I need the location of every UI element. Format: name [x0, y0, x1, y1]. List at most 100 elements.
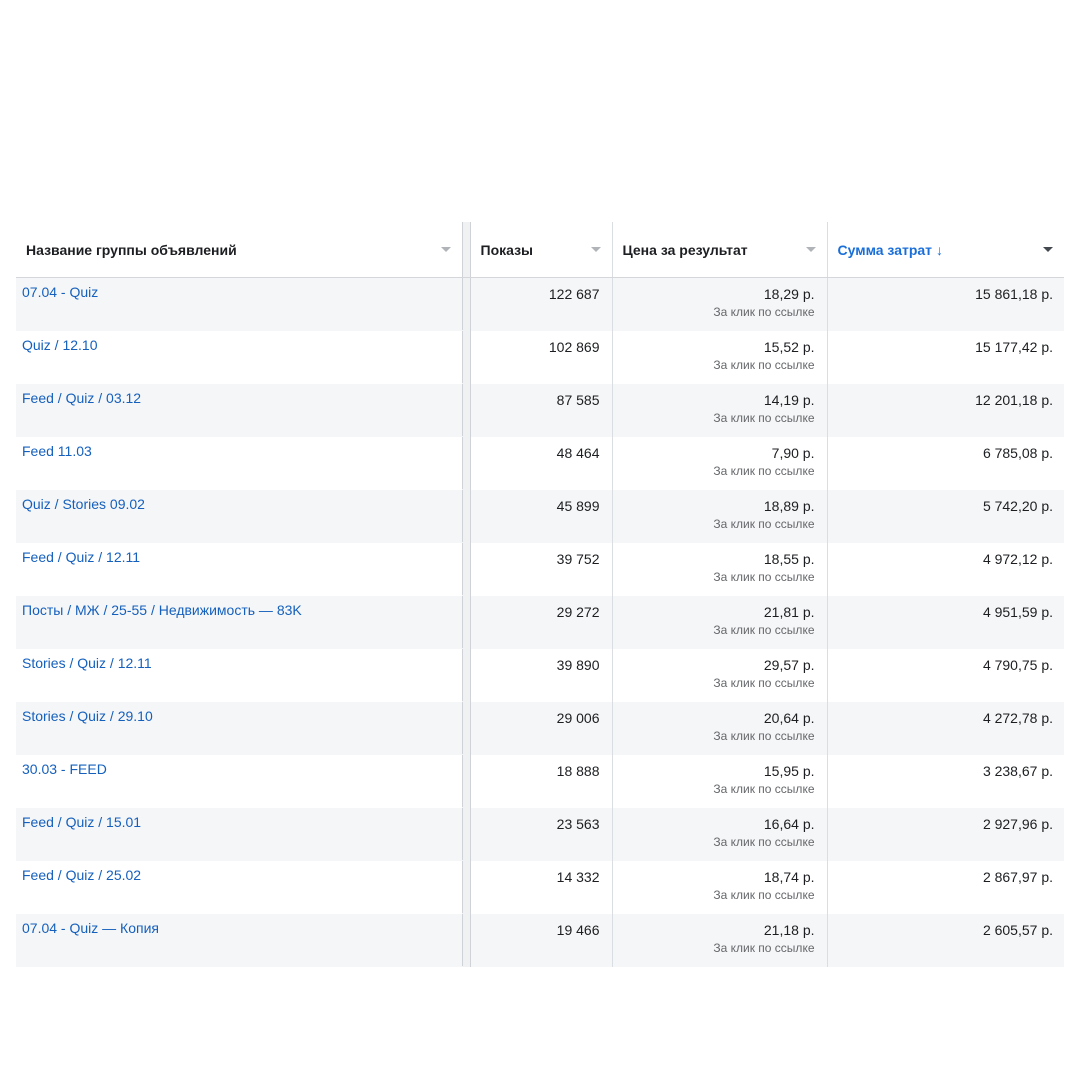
- column-divider: [461, 383, 471, 437]
- ad-set-name-link[interactable]: Feed / Quiz / 25.02: [22, 867, 141, 883]
- cell-cost-per-result: 20,64 р. За клик по ссылке: [612, 701, 828, 755]
- ad-set-name-link[interactable]: Stories / Quiz / 12.11: [22, 655, 152, 671]
- ad-set-name-link[interactable]: Feed / Quiz / 03.12: [22, 390, 141, 406]
- table-row[interactable]: Feed 11.03 48 464 7,90 р. За клик по ссылке…: [16, 436, 1064, 490]
- chevron-down-icon[interactable]: [440, 247, 451, 252]
- cell-ad-set-name: Quiz / 12.10: [16, 330, 462, 384]
- cost-per-result-type: За клик по ссылке: [713, 835, 815, 849]
- cell-impressions: 45 899: [470, 489, 613, 543]
- table-row[interactable]: Feed / Quiz / 25.02 14 332 18,74 р. За клик…: [16, 860, 1064, 914]
- cell-impressions: 122 687: [470, 277, 613, 331]
- column-resize-handle[interactable]: [461, 222, 471, 278]
- table-row[interactable]: Stories / Quiz / 29.10 29 006 20,64 р. За к…: [16, 701, 1064, 755]
- cost-per-result-value: 20,64 р.: [763, 710, 815, 726]
- cost-per-result-value: 15,95 р.: [763, 763, 815, 779]
- ad-set-name-link[interactable]: Feed 11.03: [22, 443, 92, 459]
- cell-impressions: 102 869: [470, 330, 613, 384]
- cost-per-result-type: За клик по ссылке: [713, 782, 815, 796]
- cost-per-result-type: За клик по ссылке: [713, 517, 815, 531]
- ad-set-name-link[interactable]: Feed / Quiz / 15.01: [22, 814, 141, 830]
- cell-ad-set-name: 07.04 - Quiz: [16, 277, 462, 331]
- ad-set-name-link[interactable]: Посты / МЖ / 25-55 / Недвижимость — 83K: [22, 602, 302, 618]
- column-divider: [461, 860, 471, 914]
- cell-amount-spent: 3 238,67 р.: [827, 754, 1064, 808]
- column-divider: [461, 701, 471, 755]
- cell-amount-spent: 6 785,08 р.: [827, 436, 1064, 490]
- table-row[interactable]: Quiz / Stories 09.02 45 899 18,89 р. За кли…: [16, 489, 1064, 543]
- cell-impressions: 18 888: [470, 754, 613, 808]
- column-header-cost-per-result[interactable]: Цена за результат: [612, 222, 828, 278]
- ad-set-name-link[interactable]: Quiz / 12.10: [22, 337, 98, 353]
- cost-per-result-value: 29,57 р.: [763, 657, 815, 673]
- cost-per-result-value: 14,19 р.: [763, 392, 815, 408]
- chevron-down-icon[interactable]: [805, 247, 816, 252]
- cell-ad-set-name: Stories / Quiz / 12.11: [16, 648, 462, 702]
- cell-cost-per-result: 21,18 р. За клик по ссылке: [612, 913, 828, 967]
- ad-set-name-link[interactable]: 07.04 - Quiz — Копия: [22, 920, 159, 936]
- cell-cost-per-result: 15,52 р. За клик по ссылке: [612, 330, 828, 384]
- table-row[interactable]: Feed / Quiz / 03.12 87 585 14,19 р. За клик…: [16, 383, 1064, 437]
- cost-per-result-value: 7,90 р.: [771, 445, 815, 461]
- column-divider: [461, 595, 471, 649]
- cost-per-result-value: 18,55 р.: [763, 551, 815, 567]
- table-row[interactable]: Quiz / 12.10 102 869 15,52 р. За клик по сс…: [16, 330, 1064, 384]
- column-header-amount-spent[interactable]: Сумма затрат ↓: [827, 222, 1064, 278]
- cell-amount-spent: 2 927,96 р.: [827, 807, 1064, 861]
- cell-ad-set-name: Quiz / Stories 09.02: [16, 489, 462, 543]
- column-divider: [461, 754, 471, 808]
- ad-set-name-link[interactable]: 30.03 - FEED: [22, 761, 107, 777]
- column-header-name[interactable]: Название группы объявлений: [16, 222, 462, 278]
- cell-amount-spent: 5 742,20 р.: [827, 489, 1064, 543]
- cost-per-result-type: За клик по ссылке: [713, 411, 815, 425]
- arrow-down-icon[interactable]: ↓: [936, 242, 943, 258]
- cell-ad-set-name: Feed / Quiz / 03.12: [16, 383, 462, 437]
- chevron-down-icon[interactable]: [1043, 247, 1053, 252]
- cell-ad-set-name: 07.04 - Quiz — Копия: [16, 913, 462, 967]
- table-row[interactable]: 07.04 - Quiz 122 687 18,29 р. За клик по сс…: [16, 277, 1064, 331]
- column-divider: [461, 807, 471, 861]
- cost-per-result-value: 21,18 р.: [763, 922, 815, 938]
- table-row[interactable]: 07.04 - Quiz — Копия 19 466 21,18 р. За кли…: [16, 913, 1064, 967]
- cell-impressions: 29 006: [470, 701, 613, 755]
- table-body: 07.04 - Quiz 122 687 18,29 р. За клик по сс…: [16, 277, 1064, 967]
- ad-set-name-link[interactable]: Stories / Quiz / 29.10: [22, 708, 153, 724]
- cell-impressions: 48 464: [470, 436, 613, 490]
- column-divider: [461, 542, 471, 596]
- cost-per-result-value: 21,81 р.: [763, 604, 815, 620]
- cost-per-result-type: За клик по ссылке: [713, 623, 815, 637]
- cost-per-result-type: За клик по ссылке: [713, 305, 815, 319]
- table-row[interactable]: Посты / МЖ / 25-55 / Недвижимость — 83K 2…: [16, 595, 1064, 649]
- column-divider: [461, 913, 471, 967]
- cell-ad-set-name: Feed / Quiz / 15.01: [16, 807, 462, 861]
- ad-set-name-link[interactable]: Quiz / Stories 09.02: [22, 496, 145, 512]
- cell-impressions: 39 890: [470, 648, 613, 702]
- ad-set-name-link[interactable]: Feed / Quiz / 12.11: [22, 549, 140, 565]
- ad-sets-table-container: Название группы объявлений Показы Цена з…: [16, 222, 1064, 967]
- column-divider: [461, 648, 471, 702]
- column-divider: [461, 330, 471, 384]
- column-header-impressions[interactable]: Показы: [470, 222, 613, 278]
- cell-cost-per-result: 18,29 р. За клик по ссылке: [612, 277, 828, 331]
- cost-per-result-type: За клик по ссылке: [713, 888, 815, 902]
- cell-impressions: 29 272: [470, 595, 613, 649]
- cell-cost-per-result: 18,89 р. За клик по ссылке: [612, 489, 828, 543]
- ad-set-name-link[interactable]: 07.04 - Quiz: [22, 284, 98, 300]
- cell-cost-per-result: 21,81 р. За клик по ссылке: [612, 595, 828, 649]
- cost-per-result-value: 15,52 р.: [763, 339, 815, 355]
- table-row[interactable]: Stories / Quiz / 12.11 39 890 29,57 р. За к…: [16, 648, 1064, 702]
- table-row[interactable]: Feed / Quiz / 15.01 23 563 16,64 р. За клик…: [16, 807, 1064, 861]
- column-header-impressions-label: Показы: [480, 241, 534, 258]
- cell-cost-per-result: 7,90 р. За клик по ссылке: [612, 436, 828, 490]
- chevron-down-icon[interactable]: [590, 247, 601, 252]
- cost-per-result-type: За клик по ссылке: [713, 941, 815, 955]
- column-divider: [461, 277, 471, 331]
- cell-amount-spent: 4 272,78 р.: [827, 701, 1064, 755]
- cost-per-result-value: 18,74 р.: [763, 869, 815, 885]
- table-row[interactable]: Feed / Quiz / 12.11 39 752 18,55 р. За клик…: [16, 542, 1064, 596]
- cell-ad-set-name: Feed / Quiz / 25.02: [16, 860, 462, 914]
- cell-amount-spent: 2 605,57 р.: [827, 913, 1064, 967]
- cost-per-result-value: 18,89 р.: [763, 498, 815, 514]
- cell-cost-per-result: 18,55 р. За клик по ссылке: [612, 542, 828, 596]
- cell-cost-per-result: 16,64 р. За клик по ссылке: [612, 807, 828, 861]
- table-row[interactable]: 30.03 - FEED 18 888 15,95 р. За клик по ссы…: [16, 754, 1064, 808]
